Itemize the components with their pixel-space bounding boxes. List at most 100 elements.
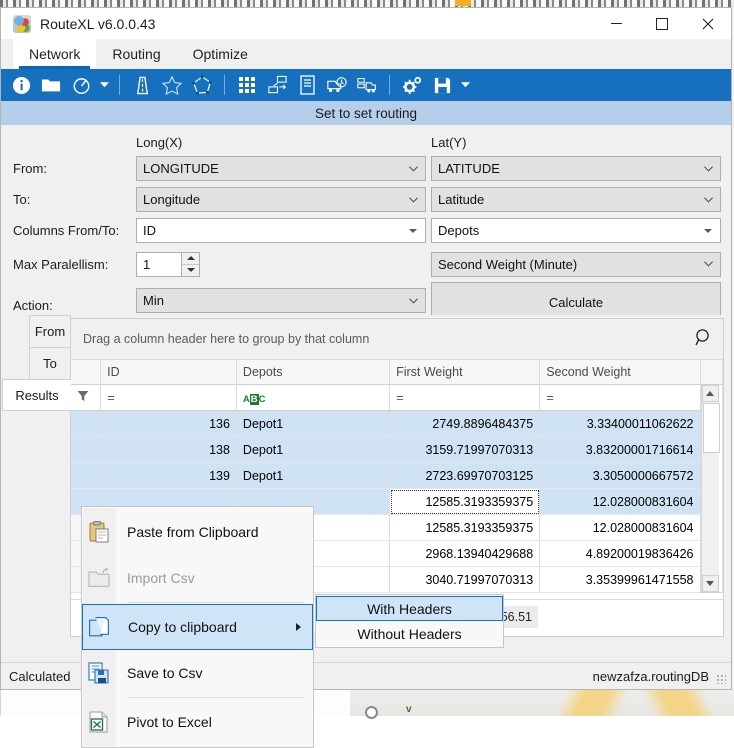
cell-second-weight[interactable]: 3.35399961471558 (539, 566, 701, 593)
group-by-panel[interactable]: Drag a column header here to group by th… (71, 319, 723, 360)
cell-id[interactable]: 138 (100, 436, 237, 463)
cell-first-weight[interactable]: 3040.71997070313 (389, 566, 541, 593)
sidebar-item-to[interactable]: To (29, 347, 71, 379)
form-row-from: From: LONGITUDE LATITUDE (13, 153, 721, 184)
main-toolbar (1, 69, 731, 101)
to-latitude-combo[interactable]: Latitude (431, 187, 721, 212)
columns-id-combo[interactable]: ID (136, 218, 426, 243)
document-button[interactable] (293, 71, 321, 99)
polygon-icon (192, 75, 212, 95)
table-row[interactable]: 136 Depot1 2749.8896484375 3.33400011062… (71, 410, 723, 437)
cell-first-weight[interactable]: 3159.71997070313 (389, 436, 541, 463)
scrollbar-thumb[interactable] (702, 403, 720, 453)
stepper-decrement-button[interactable] (182, 264, 199, 276)
menu-item-copy-to-clipboard[interactable]: Copy to clipboard (82, 604, 313, 650)
maximize-button[interactable] (639, 8, 685, 39)
weight-combo[interactable]: Second Weight (Minute) (431, 251, 721, 277)
row-indicator (71, 436, 102, 463)
weight-combo-wrap: Second Weight (Minute) (431, 251, 721, 277)
menu-item-optimize[interactable]: Optimize (176, 39, 264, 69)
fleet-truck-button[interactable] (353, 71, 381, 99)
filter-cell-depots[interactable]: ABC (236, 384, 391, 411)
routing-form-panel: Long(X) Lat(Y) From: LONGITUDE LATITUDE … (1, 125, 731, 322)
submenu-arrow-icon (296, 623, 301, 631)
cell-first-weight[interactable]: 2968.13940429688 (389, 540, 541, 567)
filter-cell-id[interactable]: = (100, 384, 237, 411)
open-folder-button[interactable] (37, 71, 65, 99)
cell-second-weight[interactable]: 3.83200001716614 (539, 436, 701, 463)
menu-item-with-headers[interactable]: With Headers (316, 596, 503, 621)
stepper-increment-button[interactable] (182, 252, 199, 265)
from-latitude-combo-wrap: LATITUDE (431, 156, 721, 181)
cell-first-weight[interactable]: 2749.8896484375 (389, 410, 541, 437)
save-button[interactable] (428, 71, 456, 99)
column-header-first-weight[interactable]: First Weight (389, 360, 541, 385)
cell-depots[interactable]: Depot1 (236, 462, 391, 489)
from-latitude-combo[interactable]: LATITUDE (431, 156, 721, 181)
to-longitude-combo[interactable]: Longitude (136, 187, 426, 212)
cell-second-weight[interactable]: 12.028000831604 (539, 488, 701, 515)
max-parallelism-stepper[interactable]: 1 (136, 251, 200, 277)
menu-item-paste-from-clipboard[interactable]: Paste from Clipboard (82, 509, 313, 555)
chevron-down-icon (704, 165, 713, 172)
set-to-set-routing-button[interactable] (263, 71, 291, 99)
menu-item-routing[interactable]: Routing (96, 39, 177, 69)
table-row[interactable]: 138 Depot1 3159.71997070313 3.8320000171… (71, 436, 723, 463)
settings-button[interactable] (398, 71, 426, 99)
scroll-up-button[interactable] (701, 385, 719, 402)
cell-first-weight[interactable]: 12585.3193359375 (389, 514, 541, 541)
polygon-button[interactable] (188, 71, 216, 99)
scroll-down-button[interactable] (701, 575, 719, 592)
window-title: RouteXL v6.0.0.43 (40, 15, 156, 32)
cell-depots[interactable]: Depot1 (236, 436, 391, 463)
road-button[interactable] (128, 71, 156, 99)
column-header-second-weight[interactable]: Second Weight (539, 360, 701, 385)
toolbar-overflow-button[interactable] (458, 71, 472, 99)
vertical-scrollbar[interactable] (700, 385, 720, 592)
resize-grip-icon[interactable] (716, 674, 726, 684)
compass-dropdown-button[interactable] (97, 71, 111, 99)
close-button[interactable] (685, 8, 731, 39)
indicator-column-header (71, 360, 102, 385)
cell-second-weight[interactable]: 4.89200019836426 (539, 540, 701, 567)
cell-second-weight[interactable]: 3.33400011062622 (539, 410, 701, 437)
filter-cell-second-weight[interactable]: = (539, 384, 701, 411)
cell-first-weight-focused[interactable]: 12585.3193359375 (389, 488, 541, 515)
menu-item-pivot-to-excel-label: Pivot to Excel (127, 714, 212, 730)
menu-item-import-csv[interactable]: Import Csv (82, 555, 313, 601)
dropdown-triangle-icon (409, 228, 417, 233)
menu-item-without-headers[interactable]: Without Headers (316, 621, 503, 646)
section-header: Set to set routing (1, 101, 731, 125)
cell-second-weight[interactable]: 3.3050000667572 (539, 462, 701, 489)
star-button[interactable] (158, 71, 186, 99)
compass-button[interactable] (67, 71, 95, 99)
menu-item-network[interactable]: Network (13, 39, 97, 69)
vehicle-clock-button[interactable] (323, 71, 351, 99)
title-bar: RouteXL v6.0.0.43 (1, 8, 731, 39)
form-row-parallelism: Max Paralellism: 1 Second Weight (Minute… (13, 246, 721, 282)
from-longitude-combo[interactable]: LONGITUDE (136, 156, 426, 181)
cell-id[interactable]: 136 (100, 410, 237, 437)
filter-funnel-cell[interactable] (71, 384, 102, 411)
table-row[interactable]: 139 Depot1 2723.69970703125 3.3050000667… (71, 462, 723, 489)
minimize-button[interactable] (593, 8, 639, 39)
action-combo[interactable]: Min (136, 288, 426, 313)
matrix-grid-button[interactable] (233, 71, 261, 99)
filter-cell-first-weight[interactable]: = (389, 384, 541, 411)
cell-first-weight[interactable]: 2723.69970703125 (389, 462, 541, 489)
cell-second-weight[interactable]: 12.028000831604 (539, 514, 701, 541)
column-header-depots[interactable]: Depots (236, 360, 391, 385)
maximize-icon (656, 17, 668, 30)
sidebar-item-from[interactable]: From (29, 315, 71, 347)
cell-id[interactable]: 139 (100, 462, 237, 489)
sidebar-item-results[interactable]: Results (2, 379, 71, 411)
menu-item-pivot-to-excel[interactable]: Pivot to Excel (82, 699, 313, 745)
columns-depots-combo[interactable]: Depots (431, 218, 721, 243)
cell-depots[interactable]: Depot1 (236, 410, 391, 437)
info-button[interactable] (7, 71, 35, 99)
find-panel-button[interactable] (694, 328, 714, 351)
column-header-id[interactable]: ID (100, 360, 237, 385)
menu-item-save-to-csv[interactable]: Save to Csv (82, 650, 313, 696)
chevron-down-icon (409, 297, 418, 304)
document-icon (300, 75, 315, 95)
